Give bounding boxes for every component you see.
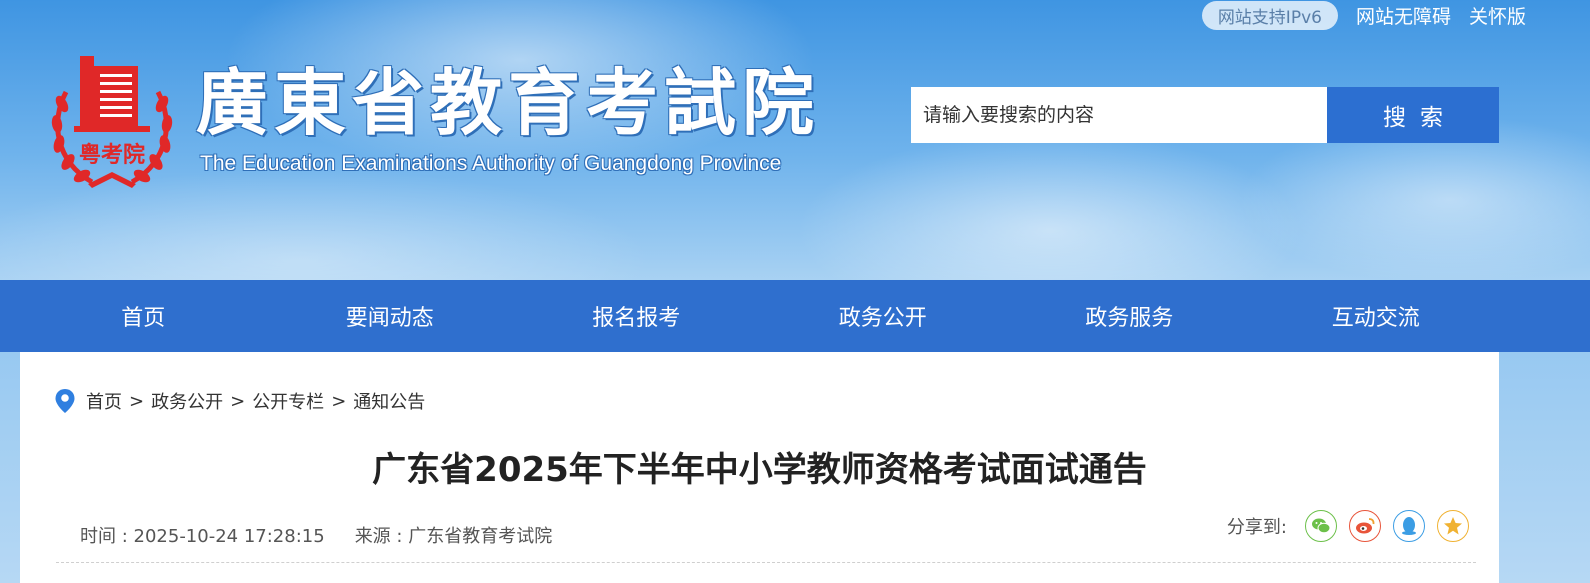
share-label: 分享到: <box>1226 517 1287 538</box>
qq-icon[interactable] <box>1393 510 1425 542</box>
share-bar: 分享到: <box>1227 510 1469 542</box>
breadcrumb: 首页 > 政务公开 > 公开专栏 > 通知公告 <box>54 388 425 414</box>
breadcrumb-notices[interactable]: 通知公告 <box>353 388 425 414</box>
location-pin-icon <box>55 389 75 413</box>
breadcrumb-separator: > <box>129 390 145 412</box>
emblem-text: 粤考院 <box>79 142 145 168</box>
search-box: 搜索 <box>911 87 1499 143</box>
nav-item-interaction[interactable]: 互动交流 <box>1253 300 1500 332</box>
search-input[interactable] <box>911 87 1327 143</box>
search-button[interactable]: 搜索 <box>1327 87 1499 143</box>
site-logo-english: The Education Examinations Authority of … <box>200 152 782 175</box>
breadcrumb-public-column[interactable]: 公开专栏 <box>252 388 324 414</box>
meta-divider <box>56 562 1476 563</box>
nav-item-government-affairs[interactable]: 政务公开 <box>760 300 1007 332</box>
elderly-mode-link[interactable]: 关怀版 <box>1469 2 1526 29</box>
accessibility-link[interactable]: 网站无障碍 <box>1356 2 1451 29</box>
site-logo-chinese[interactable]: 廣東省教育考試院 <box>196 60 820 146</box>
emblem-logo-icon[interactable]: 粤考院 <box>48 52 176 192</box>
publish-time: 时间 : 2025-10-24 17:28:15 <box>80 526 325 547</box>
weibo-icon[interactable] <box>1349 510 1381 542</box>
qzone-icon[interactable] <box>1437 510 1469 542</box>
nav-item-news[interactable]: 要闻动态 <box>267 300 514 332</box>
nav-item-home[interactable]: 首页 <box>20 300 267 332</box>
breadcrumb-separator: > <box>331 390 347 412</box>
article-source: 来源 : 广东省教育考试院 <box>354 526 553 547</box>
main-nav: 首页 要闻动态 报名报考 政务公开 政务服务 互动交流 <box>0 280 1590 352</box>
nav-item-government-services[interactable]: 政务服务 <box>1006 300 1253 332</box>
article-container: 首页 > 政务公开 > 公开专栏 > 通知公告 广东省2025年下半年中小学教师… <box>20 352 1499 583</box>
breadcrumb-government-affairs[interactable]: 政务公开 <box>151 388 223 414</box>
breadcrumb-separator: > <box>230 390 246 412</box>
article-title: 广东省2025年下半年中小学教师资格考试面试通告 <box>372 450 1147 490</box>
article-meta: 时间 : 2025-10-24 17:28:15 来源 : 广东省教育考试院 <box>80 522 552 548</box>
site-header: 网站支持IPv6 网站无障碍 关怀版 粤考院 廣東省教育考試院 The Educ… <box>0 0 1590 282</box>
nav-item-registration[interactable]: 报名报考 <box>513 300 760 332</box>
top-links: 网站支持IPv6 网站无障碍 关怀版 <box>1201 0 1526 30</box>
breadcrumb-home[interactable]: 首页 <box>86 388 122 414</box>
wechat-icon[interactable] <box>1305 510 1337 542</box>
ipv6-badge: 网站支持IPv6 <box>1201 0 1338 30</box>
